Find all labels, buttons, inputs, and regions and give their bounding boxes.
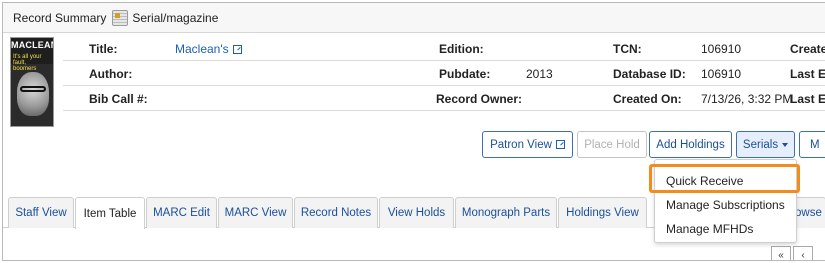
cover-image: MACLEAN'S It's all your fault, boomers: [10, 37, 54, 127]
add-holdings-button[interactable]: Add Holdings: [649, 131, 732, 158]
external-link-icon: [232, 45, 242, 54]
record-row: Author: Pubdate: 2013 Database ID: 10691…: [63, 61, 825, 86]
manage-mfhds-menu-item[interactable]: Manage MFHDs: [655, 217, 796, 241]
tab-marc-edit[interactable]: MARC Edit: [146, 197, 217, 228]
last-edited-on-label: Last E: [790, 92, 825, 106]
tab-item-table[interactable]: Item Table: [75, 197, 145, 229]
place-hold-button[interactable]: Place Hold: [577, 131, 647, 158]
tab-marc-view[interactable]: MARC View: [218, 197, 293, 228]
created-on-label: Created On:: [613, 92, 682, 106]
pubdate-value: 2013: [526, 67, 553, 81]
previous-page-button[interactable]: ‹: [793, 246, 813, 260]
database-id-label: Database ID:: [613, 67, 686, 81]
external-link-icon: [555, 140, 565, 149]
summary-header: Record Summary Serial/magazine: [3, 3, 825, 33]
record-details: Title: Maclean's Edition: TCN: 106910 Cr…: [63, 33, 825, 123]
serial-format-icon: [112, 9, 129, 26]
tab-monograph-parts[interactable]: Monograph Parts: [455, 197, 557, 228]
cover-glasses: [20, 86, 46, 92]
created-by-label: Create: [790, 42, 825, 56]
edition-label: Edition:: [439, 42, 484, 56]
manage-subscriptions-menu-item[interactable]: Manage Subscriptions: [655, 193, 796, 217]
format-label: Serial/magazine: [132, 10, 219, 25]
cover-tagline: It's all your fault, boomers: [13, 54, 42, 72]
patron-view-button[interactable]: Patron View: [482, 131, 573, 158]
tab-holdings-view[interactable]: Holdings View: [558, 197, 647, 228]
summary-title: Record Summary: [13, 10, 107, 25]
record-owner-label: Record Owner:: [436, 92, 523, 106]
tab-staff-view[interactable]: Staff View: [8, 197, 74, 228]
record-row: Title: Maclean's Edition: TCN: 106910 Cr…: [63, 36, 825, 61]
tcn-label: TCN:: [613, 42, 642, 56]
record-row: Bib Call #: Record Owner: Created On: 7/…: [63, 86, 825, 111]
more-actions-button[interactable]: M: [799, 131, 825, 158]
highlight-annotation: [649, 164, 800, 193]
tab-view-holds[interactable]: View Holds: [379, 197, 454, 228]
first-page-button[interactable]: «: [771, 246, 791, 260]
bib-call-label: Bib Call #:: [89, 92, 148, 106]
record-summary-panel: Record Summary Serial/magazine MACLEAN'S…: [2, 2, 825, 261]
tcn-value: 106910: [701, 42, 742, 56]
last-edited-by-label: Last E: [790, 67, 825, 81]
tab-record-notes[interactable]: Record Notes: [294, 197, 378, 228]
title-label: Title:: [89, 42, 118, 56]
cover-photo: [17, 72, 49, 116]
title-link[interactable]: Maclean's: [175, 42, 242, 56]
author-label: Author:: [89, 67, 133, 81]
serials-dropdown-button[interactable]: Serials: [736, 131, 795, 158]
pubdate-label: Pubdate:: [439, 67, 491, 81]
database-id-value: 106910: [701, 67, 742, 81]
created-on-value: 7/13/26, 3:32 PM: [701, 92, 793, 106]
chevron-down-icon: [782, 142, 789, 147]
